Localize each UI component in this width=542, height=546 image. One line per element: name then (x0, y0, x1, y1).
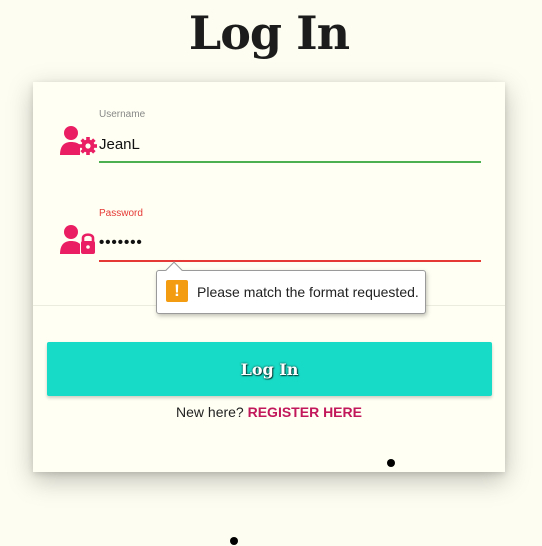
username-input[interactable] (99, 134, 479, 154)
cursor-dot (230, 537, 238, 545)
register-prompt: New here? (176, 404, 244, 420)
login-button[interactable]: Log In (47, 342, 492, 396)
username-label: Username (99, 109, 146, 120)
username-underline (99, 161, 481, 163)
register-row: New here? REGISTER HERE (33, 404, 505, 420)
password-input[interactable] (99, 232, 479, 252)
user-gear-icon (60, 126, 97, 155)
password-label: Password (99, 208, 143, 219)
password-underline (99, 260, 481, 262)
register-link[interactable]: REGISTER HERE (248, 404, 362, 420)
validation-tooltip: ! Please match the format requested. (156, 261, 426, 314)
page-title: Log In (188, 6, 350, 60)
warning-icon: ! (166, 280, 188, 302)
user-lock-icon (60, 225, 95, 254)
tooltip-message: Please match the format requested. (197, 284, 419, 300)
login-page: Log In Username Password (0, 0, 542, 546)
cursor-dot (387, 459, 395, 467)
